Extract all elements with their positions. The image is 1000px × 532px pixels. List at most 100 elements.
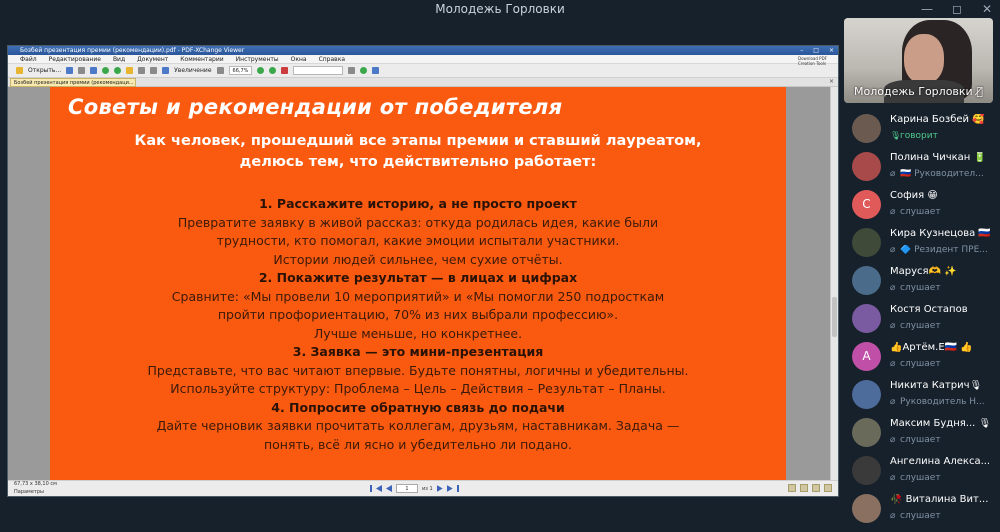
pdf-maximize-icon[interactable]: □ <box>813 46 819 55</box>
print-icon[interactable] <box>78 67 86 74</box>
close-icon[interactable]: ✕ <box>980 2 994 16</box>
participant-row[interactable]: Максим Будня... 🎙 ⌀ слушает <box>846 414 996 452</box>
avatar <box>852 494 881 523</box>
menu-edit[interactable]: Редактирование <box>49 55 101 63</box>
participant-row[interactable]: Карина Бозбей 🥰 🎙говорит <box>846 110 996 148</box>
participant-name: Максим Будня... 🎙 <box>890 418 992 429</box>
hand-tool-icon[interactable] <box>126 67 134 74</box>
participant-status-text: слушает <box>900 207 941 217</box>
participant-row[interactable]: Костя Остапов ⌀ слушает <box>846 300 996 338</box>
participant-status-text: слушает <box>900 283 941 293</box>
speaker-name: Молодежь Горловки <box>854 85 973 98</box>
participant-row[interactable]: Кира Кузнецова 🇷🇺 ⌀ 🔷 Резидент ПРЕ... <box>846 224 996 262</box>
search-icon[interactable] <box>348 67 356 74</box>
back-icon[interactable] <box>102 67 110 74</box>
comment-icon[interactable] <box>281 67 289 74</box>
zoom-level-field[interactable]: 66,7% <box>228 66 253 75</box>
open-button[interactable]: Открыть... <box>28 67 61 74</box>
avatar <box>852 380 881 409</box>
snapshot-icon[interactable] <box>150 67 158 74</box>
participant-status: ⌀ слушает <box>890 283 996 293</box>
slide-tips: 1. Расскажите историю, а не просто проек… <box>50 195 786 454</box>
first-page-bar[interactable] <box>370 485 372 492</box>
participant-status: ⌀ слушает <box>890 511 996 521</box>
avatar <box>852 304 881 333</box>
participant-name: София 😁 <box>890 190 938 201</box>
open-folder-icon[interactable] <box>16 67 23 74</box>
participant-status: ⌀ слушает <box>890 359 996 369</box>
mic-muted-icon: ⌀ <box>890 169 896 179</box>
tip-heading: 2. Покажите результат — в лицах и цифрах <box>258 270 578 285</box>
search-field[interactable] <box>293 66 344 75</box>
mic-muted-icon: ⌀ <box>890 245 896 255</box>
participant-status-text: Руководитель Н... <box>900 397 985 407</box>
participant-status-text: 🇷🇺 Руководител... <box>900 169 984 179</box>
document-tabs: Бозбей презентация премии (рекомендаци..… <box>8 78 838 87</box>
minimize-icon[interactable]: — <box>920 2 934 16</box>
document-tab[interactable]: Бозбей презентация премии (рекомендаци..… <box>10 78 136 87</box>
select-tool-icon[interactable] <box>138 67 146 74</box>
participant-row[interactable]: А 👍Артём.Е🇷🇺 👍 ⌀ слушает <box>846 338 996 376</box>
pdf-viewport[interactable]: Советы и рекомендации от победителя Как … <box>8 87 838 496</box>
single-page-icon[interactable] <box>788 484 796 492</box>
slide-subtitle: Как человек, прошедший все этапы премии … <box>50 131 786 173</box>
next-page-icon[interactable] <box>436 485 443 492</box>
prev-page-icon[interactable] <box>386 485 392 492</box>
menu-file[interactable]: Файл <box>20 55 37 63</box>
parameters-button[interactable]: Параметры <box>14 488 44 496</box>
participant-row[interactable]: 🥀 Виталина Вит... ⌀ слушает <box>846 490 996 528</box>
facing-continuous-icon[interactable] <box>824 484 832 492</box>
page-size-label: 67,73 x 38,10 см <box>14 481 57 487</box>
last-page-icon[interactable] <box>446 485 453 492</box>
avatar <box>852 456 881 485</box>
speaker-video[interactable]: Молодежь Горловки 🎙̸ <box>844 18 993 103</box>
prev-view-icon[interactable] <box>269 67 277 74</box>
tip-line: трудности, кто помогал, какие эмоции исп… <box>216 233 620 248</box>
menu-document[interactable]: Документ <box>137 55 168 63</box>
participant-row[interactable]: Полина Чичкан 🔋 ⌀ 🇷🇺 Руководител... <box>846 148 996 186</box>
zoom-out-icon[interactable] <box>216 67 224 74</box>
participant-row[interactable]: Ангелина Алекса... ⌀ слушает <box>846 452 996 490</box>
scrollbar-thumb[interactable] <box>832 297 837 337</box>
window-controls: — ◻ ✕ <box>920 2 994 16</box>
last-page-bar[interactable] <box>456 485 459 492</box>
page-number-field[interactable]: 1 <box>396 484 418 493</box>
participant-status-text: слушает <box>900 435 941 445</box>
find-next-icon[interactable] <box>360 67 368 74</box>
menu-windows[interactable]: Окна <box>291 55 307 63</box>
mic-muted-icon: ⌀ <box>890 359 896 369</box>
participant-row[interactable]: Никита Катрич🎙 ⌀ Руководитель Н... <box>846 376 996 414</box>
tab-close-icon[interactable]: × <box>829 78 834 85</box>
maximize-icon[interactable]: ◻ <box>950 2 964 16</box>
participant-row[interactable]: Маруся🫶 ✨ ⌀ слушает <box>846 262 996 300</box>
zoom-tool-button[interactable]: Увеличение <box>174 67 211 74</box>
mic-muted-icon: ⌀ <box>890 207 896 217</box>
avatar <box>852 266 881 295</box>
continuous-icon[interactable] <box>800 484 808 492</box>
forward-icon[interactable] <box>114 67 122 74</box>
save-icon[interactable] <box>66 67 74 74</box>
email-icon[interactable] <box>90 67 98 74</box>
facing-icon[interactable] <box>812 484 820 492</box>
pdf-close-icon[interactable]: × <box>829 46 834 55</box>
participant-status: ⌀ слушает <box>890 207 996 217</box>
first-page-icon[interactable] <box>376 485 382 492</box>
screen-share[interactable]: Бозбей презентация премии (рекомендации)… <box>7 45 839 497</box>
pdf-brand-logo[interactable]: Download PDF Creation Tools <box>798 56 834 66</box>
participant-name: Карина Бозбей 🥰 <box>890 114 985 125</box>
mic-muted-icon: ⌀ <box>890 397 896 407</box>
zoom-in-icon[interactable] <box>257 67 265 74</box>
menu-help[interactable]: Справка <box>319 55 345 63</box>
mic-muted-icon: ⌀ <box>890 511 896 521</box>
tip-line: Представьте, что вас читают впервые. Буд… <box>147 362 689 378</box>
menu-view[interactable]: Вид <box>113 55 125 63</box>
menu-comments[interactable]: Комментарии <box>180 55 223 63</box>
vertical-scrollbar[interactable] <box>830 87 838 496</box>
participant-name: Ангелина Алекса... <box>890 456 991 467</box>
pdf-minimize-icon[interactable]: – <box>800 46 803 55</box>
participant-name: 👍Артём.Е🇷🇺 👍 <box>890 342 973 353</box>
participant-row[interactable]: С София 😁 ⌀ слушает <box>846 186 996 224</box>
menu-tools[interactable]: Инструменты <box>236 55 279 63</box>
zoom-icon[interactable] <box>162 67 170 74</box>
options-icon[interactable] <box>372 67 380 74</box>
